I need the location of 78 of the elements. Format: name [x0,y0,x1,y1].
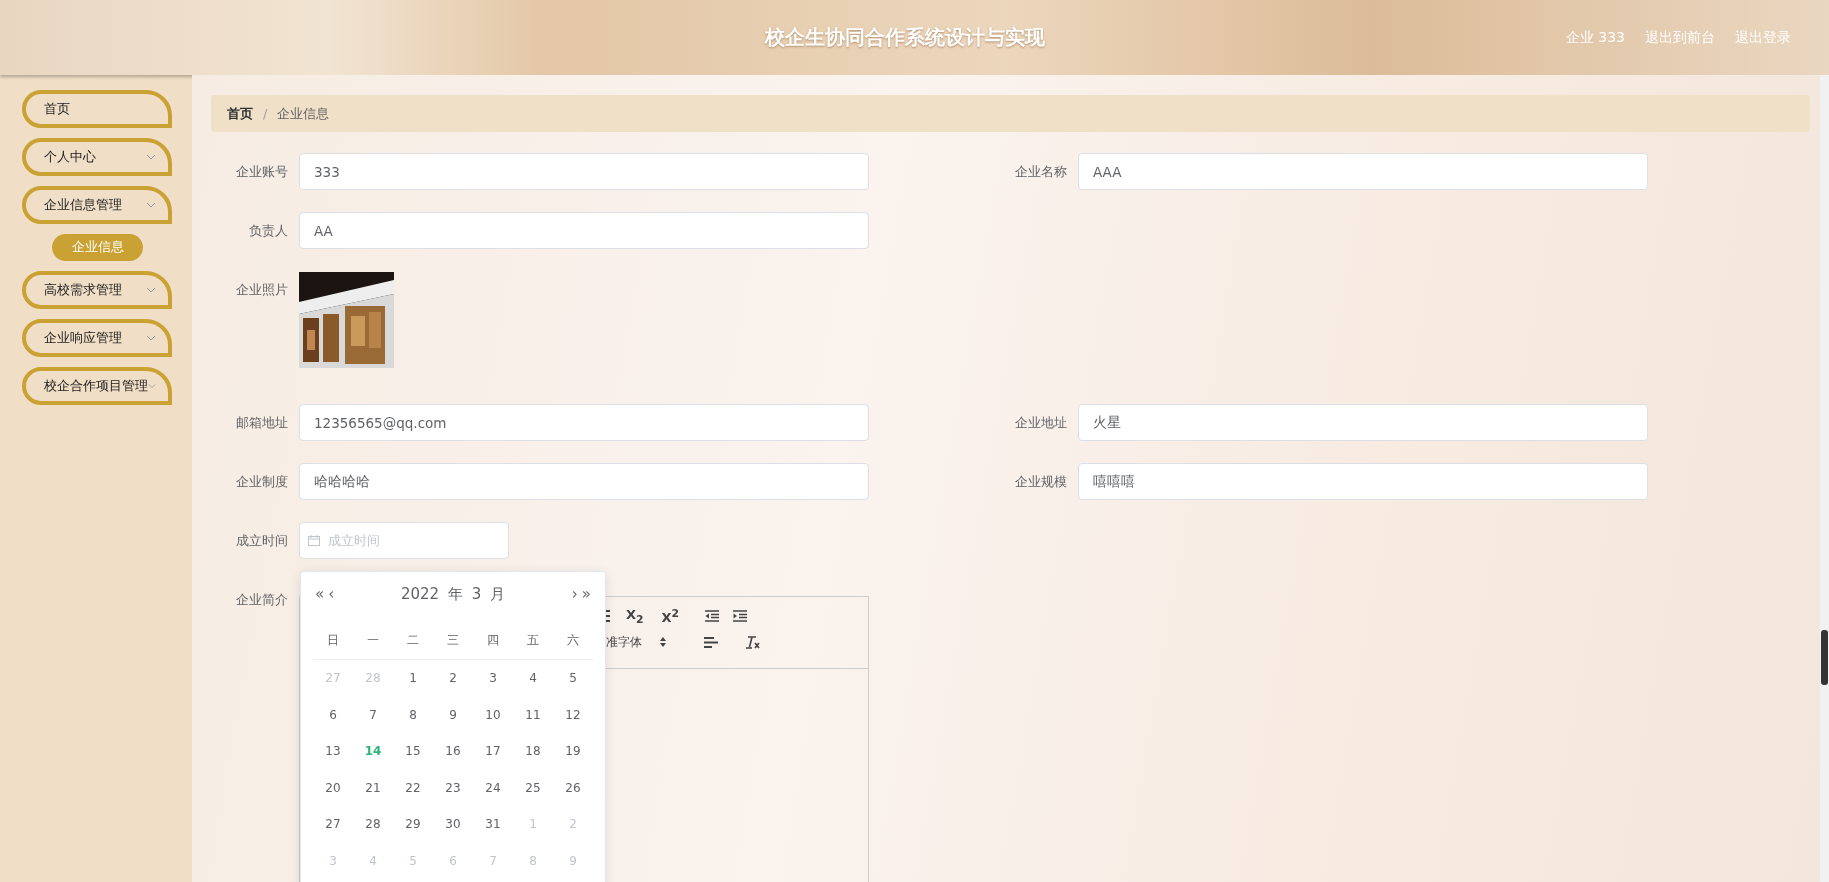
menu-item[interactable]: 企业响应管理 [22,319,172,357]
date-field[interactable]: 成立时间 [299,522,509,559]
calendar-day[interactable]: 16 [433,733,473,770]
calendar-day[interactable]: 20 [313,769,353,807]
weekday-label: 三 [433,626,473,660]
list-icon[interactable] [606,610,610,622]
calendar-day[interactable]: 15 [393,733,433,770]
menu-item[interactable]: 企业信息管理 [22,186,172,224]
field-label: 邮箱地址 [235,414,289,432]
indent-icon[interactable] [733,610,748,622]
calendar-day[interactable]: 12 [553,696,593,734]
input-field[interactable]: AA [299,212,869,249]
weekday-label: 五 [513,626,553,660]
calendar-day[interactable]: 2 [433,660,473,697]
input-field[interactable]: AAA [1078,153,1648,190]
calendar-day[interactable]: 27 [313,806,353,843]
calendar-day[interactable]: 4 [513,660,553,697]
breadcrumb-item: 企业信息 [277,104,330,123]
calendar-day[interactable]: 19 [553,733,593,770]
weekday-label: 一 [353,626,393,660]
menu-item[interactable]: 个人中心 [22,138,172,176]
menu-item[interactable]: 高校需求管理 [22,271,172,309]
up-down-arrows-icon [660,637,666,647]
calendar-day[interactable]: 13 [313,733,353,770]
calendar-day[interactable]: 1 [393,660,433,697]
weekday-label: 四 [473,626,513,660]
weekday-label: 日 [313,626,353,660]
calendar-day[interactable]: 11 [513,696,553,734]
field-label: 企业规模 [1014,473,1068,491]
field-label: 企业简介 [235,591,289,609]
input-field[interactable]: 哈哈哈哈 [299,463,869,500]
field-label: 成立时间 [235,532,289,550]
clear-format-icon[interactable] [746,635,760,649]
calendar-day[interactable]: 8 [393,696,433,734]
font-select[interactable]: 准字体 [606,633,690,651]
field-label: 企业地址 [1014,414,1068,432]
weekday-label: 二 [393,626,433,660]
field-label: 企业制度 [235,473,289,491]
field-label: 企业账号 [235,163,289,181]
format-button[interactable]: X$_{2}$ [624,606,646,626]
format-button[interactable]: X$^{2}$ [659,606,682,626]
menu-item[interactable]: 校企合作项目管理 [22,367,172,405]
calendar-day[interactable]: 21 [353,769,393,807]
field-label: 负责人 [248,222,289,240]
calendar-day[interactable]: 23 [433,769,473,807]
weekday-label: 六 [553,626,593,660]
input-field[interactable]: 火星 [1078,404,1648,441]
calendar-day[interactable]: 9 [433,696,473,734]
align-left-icon[interactable] [704,636,718,648]
breadcrumb-item[interactable]: 首页 [227,104,253,123]
menu-item[interactable]: 首页 [22,90,172,128]
field-label: 企业照片 [235,281,289,299]
calendar-day[interactable]: 24 [473,769,513,807]
calendar-day[interactable]: 25 [513,769,553,807]
calendar-icon [308,535,320,546]
calendar-day[interactable]: 29 [393,806,433,843]
calendar-day[interactable]: 31 [473,806,513,843]
calendar-day[interactable]: 17 [473,733,513,770]
calendar-day[interactable]: 30 [433,806,473,843]
calendar-day[interactable]: 5 [553,660,593,697]
input-field[interactable]: 嘻嘻嘻 [1078,463,1648,500]
outdent-icon[interactable] [705,610,720,622]
scrollbar[interactable] [1820,75,1829,882]
calendar-day[interactable]: 7 [353,696,393,734]
calendar-day[interactable]: 18 [513,733,553,770]
input-field[interactable]: 333 [299,153,869,190]
calendar-day[interactable]: 22 [393,769,433,807]
user-label: 企业 333 [1565,28,1625,47]
input-field[interactable]: 12356565@qq.com [299,404,869,441]
date-input[interactable]: 成立时间 [326,532,486,549]
breadcrumb-separator: / [263,106,268,121]
calendar-day[interactable]: 10 [473,696,513,734]
calendar-day[interactable]: 3 [473,660,513,697]
calendar-day[interactable]: 28 [353,806,393,843]
calendar-day[interactable]: 26 [553,769,593,807]
calendar-day[interactable]: 6 [313,696,353,734]
app-title: 校企生协同合作系统设计与实现 [764,24,1045,51]
field-label: 企业名称 [1014,163,1068,181]
